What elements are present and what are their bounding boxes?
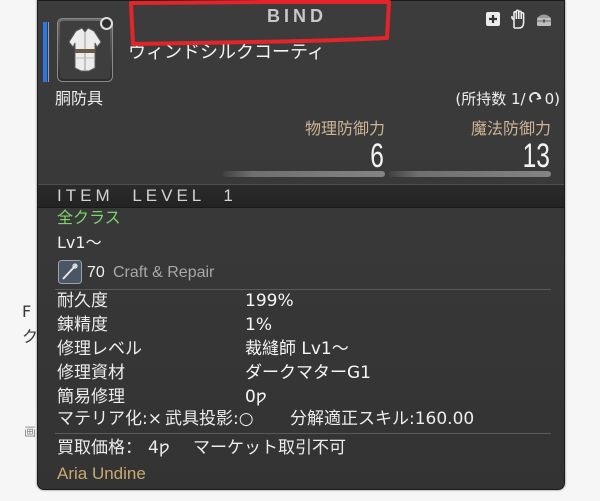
background-text-fragment: ク xyxy=(22,327,39,346)
stat-underline-bar xyxy=(223,171,385,177)
class-restriction: 全クラス xyxy=(57,208,121,227)
job-color-stripe-edge xyxy=(48,22,49,82)
detail-label: 簡易修理 xyxy=(57,387,125,407)
detail-label: 錬精度 xyxy=(57,315,108,335)
divider xyxy=(55,289,551,290)
repair-level: 70 xyxy=(87,264,105,281)
item-badge-icon xyxy=(100,17,113,30)
stat-label: 魔法防御力 xyxy=(470,119,551,138)
repair-class-label: Craft & Repair xyxy=(113,264,215,281)
stat-value: 13 xyxy=(522,137,550,175)
red-annotation-box xyxy=(129,0,391,46)
market-status: マーケット取引不可 xyxy=(193,438,346,458)
background-text-fragment: F xyxy=(22,302,32,321)
stat-label: 物理防御力 xyxy=(304,119,385,138)
detail-value: 1% xyxy=(245,315,272,335)
stat-underline-bar xyxy=(389,171,551,177)
needle-icon xyxy=(58,260,82,284)
stat-value: 6 xyxy=(370,137,384,175)
detail-label: 修理レベル xyxy=(57,339,142,359)
sell-price-value: 4ƿ xyxy=(148,438,170,458)
item-category: 胴防具 xyxy=(55,89,104,108)
sell-price-label: 買取価格： xyxy=(57,438,142,458)
glamour-flag: 武具投影:○ xyxy=(165,409,254,429)
detail-value: 0ƿ xyxy=(245,387,267,407)
background-text-fragment: 画 xyxy=(24,425,37,439)
magic-defense-stat: 魔法防御力 13 xyxy=(389,1,551,181)
detail-value: ダークマターG1 xyxy=(245,363,371,383)
detail-value: 199% xyxy=(245,291,294,311)
detail-label: 耐久度 xyxy=(57,291,108,311)
detail-value: 裁縫師 Lv1～ xyxy=(245,339,349,359)
desynth-skill: 分解適正スキル:160.00 xyxy=(290,409,475,429)
materia-flag: マテリア化:× xyxy=(57,409,162,429)
divider xyxy=(55,433,551,434)
detail-label: 修理資材 xyxy=(57,363,125,383)
item-tooltip: BIND ウィンドシルクコーティ 胴防具 (所持数 1/ 0) 物理防御力 6 xyxy=(37,0,565,490)
crafter-signature: Aria Undine xyxy=(57,464,146,483)
level-requirement: Lv1～ xyxy=(57,233,102,252)
item-level: ITEM LEVEL 1 xyxy=(57,186,237,205)
job-color-stripe xyxy=(43,22,47,82)
